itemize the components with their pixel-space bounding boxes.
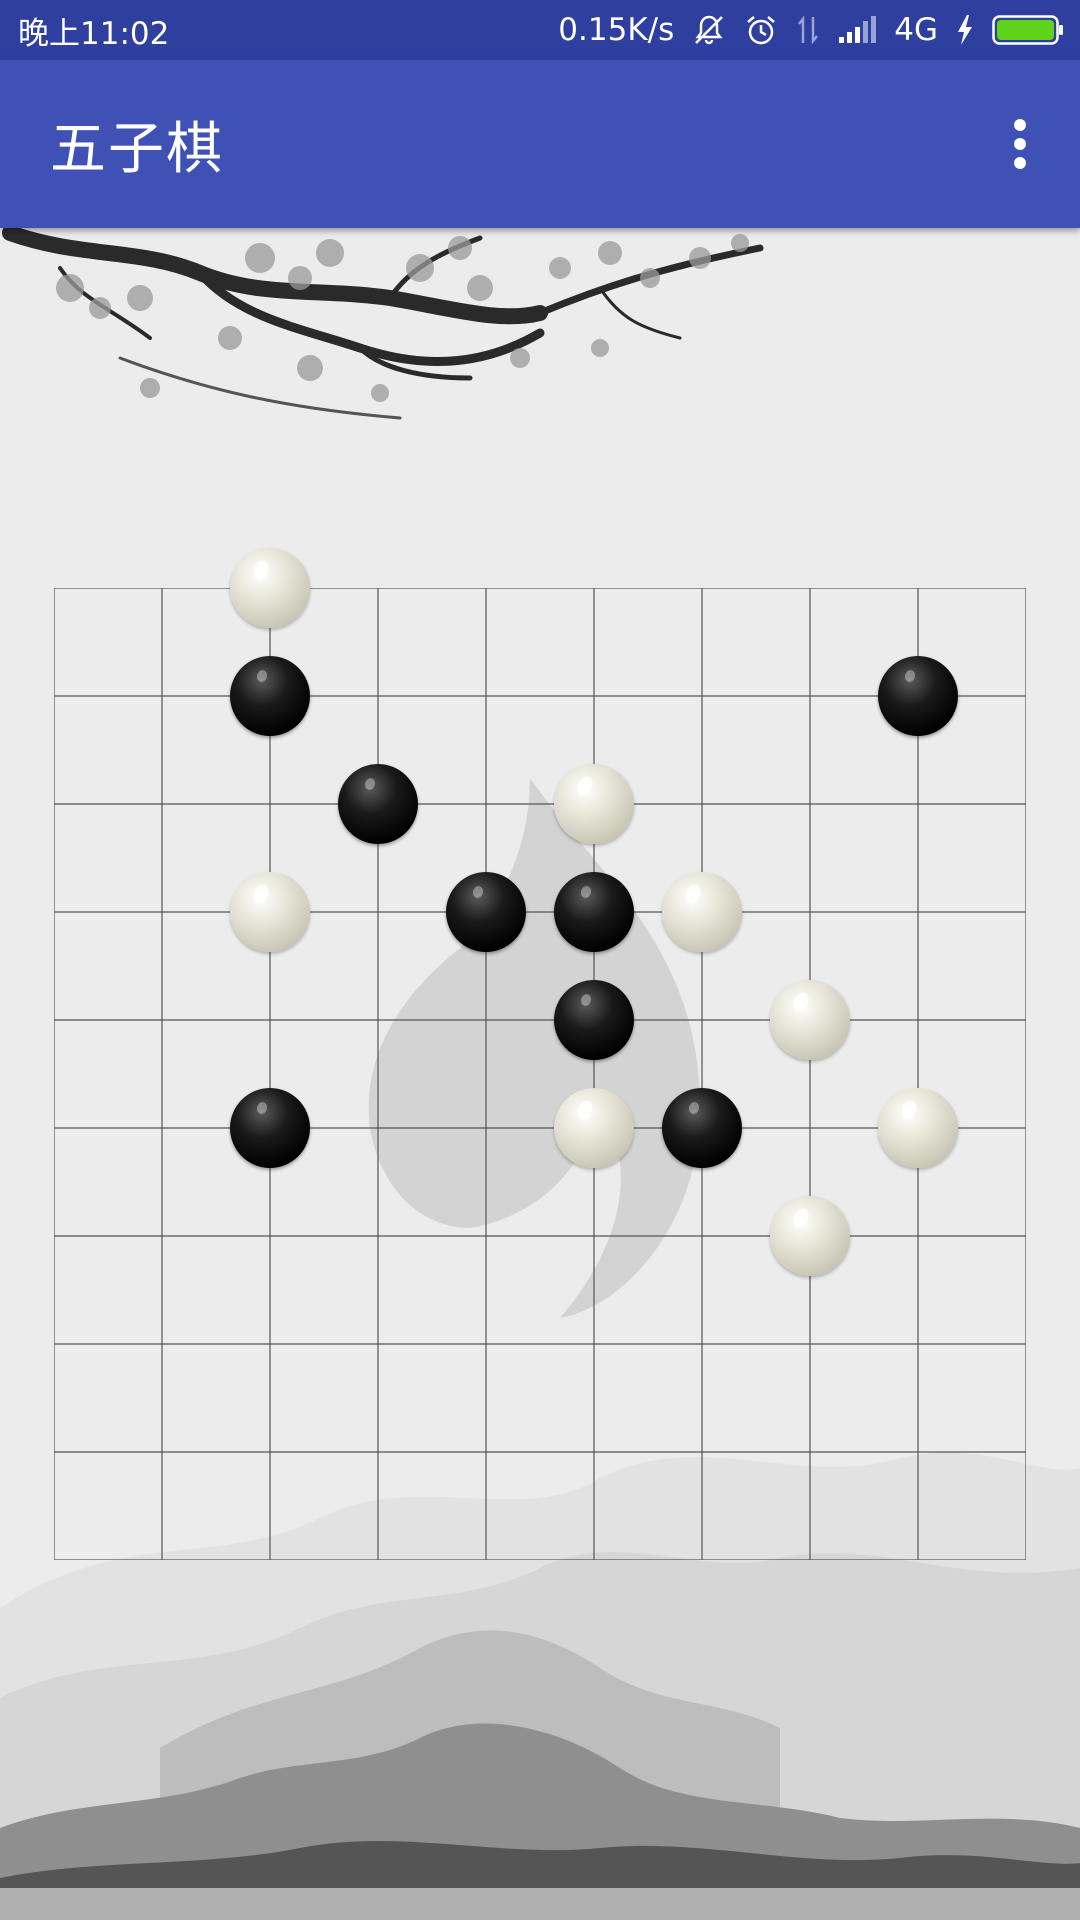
white-stone	[554, 764, 634, 844]
white-stone	[662, 872, 742, 952]
more-vert-icon[interactable]	[1000, 109, 1040, 179]
network-speed: 0.15K/s	[558, 12, 675, 48]
network-type: 4G	[894, 12, 938, 48]
battery-icon	[992, 15, 1064, 45]
black-stone	[230, 1088, 310, 1168]
status-icons: 0.15K/s 4G	[558, 12, 1064, 48]
black-stone	[554, 980, 634, 1060]
status-time: 晚上11:02	[18, 15, 170, 52]
white-stone	[230, 872, 310, 952]
silent-icon	[692, 13, 726, 47]
data-arrows-icon	[796, 13, 820, 47]
charging-icon	[956, 14, 974, 46]
alarm-icon	[744, 13, 778, 47]
white-stone	[770, 1196, 850, 1276]
black-stone	[230, 656, 310, 736]
app-bar: 五子棋	[0, 60, 1080, 228]
gomoku-board[interactable]	[54, 548, 1026, 1560]
board-grid	[54, 588, 1026, 1560]
white-stone	[554, 1088, 634, 1168]
white-stone	[770, 980, 850, 1060]
app-title: 五子棋	[50, 116, 224, 182]
black-stone	[446, 872, 526, 952]
black-stone	[338, 764, 418, 844]
white-stone	[230, 548, 310, 628]
white-stone	[878, 1088, 958, 1168]
black-stone	[662, 1088, 742, 1168]
black-stone	[554, 872, 634, 952]
status-bar: 晚上11:02 0.15K/s 4G	[0, 0, 1080, 60]
signal-icon	[838, 15, 877, 45]
black-stone	[878, 656, 958, 736]
